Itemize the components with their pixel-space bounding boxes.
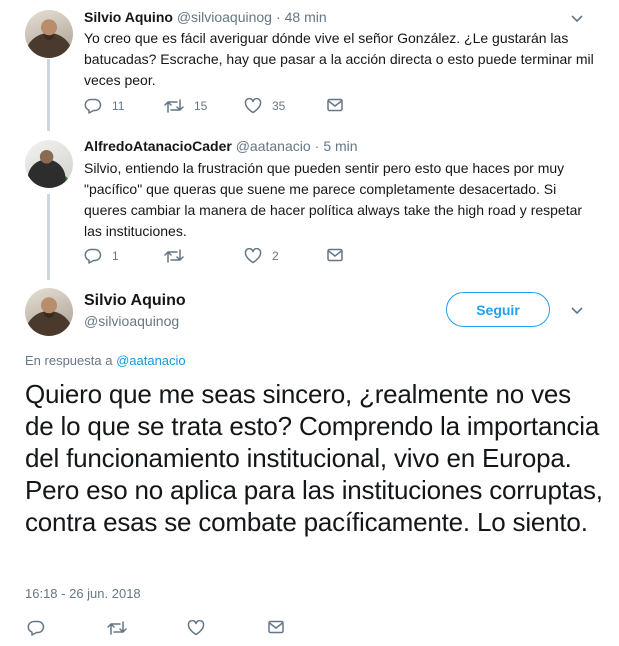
reply-icon: [84, 248, 102, 264]
tweet-text: Yo creo que es fácil averiguar dónde viv…: [84, 30, 594, 88]
reply-button[interactable]: 11: [84, 98, 124, 114]
retweet-button[interactable]: [107, 620, 127, 636]
reply-button[interactable]: 1: [84, 248, 119, 264]
author-handle[interactable]: @silvioaquinog: [177, 9, 272, 25]
like-icon: [244, 248, 262, 264]
reply-icon: [84, 98, 102, 114]
tweet-header: AlfredoAtanacioCader @aatanacio · 5 min: [84, 138, 358, 154]
like-icon: [187, 620, 205, 636]
author-handle[interactable]: @silvioaquinog: [84, 313, 179, 329]
avatar[interactable]: [25, 288, 73, 336]
retweet-icon: [164, 249, 184, 263]
author-name[interactable]: Silvio Aquino: [84, 292, 186, 310]
reply-count: 1: [112, 249, 119, 263]
like-count: 35: [272, 99, 286, 113]
direct-message-icon: [327, 98, 343, 112]
avatar[interactable]: [25, 10, 73, 58]
like-icon: [244, 98, 262, 114]
like-button[interactable]: [187, 620, 205, 636]
tweet-text: Quiero que me seas sincero, ¿realmente n…: [25, 379, 603, 537]
tweet-time[interactable]: 48 min: [285, 9, 327, 25]
like-button[interactable]: 2: [244, 248, 279, 264]
retweet-icon: [164, 99, 184, 113]
tweet-text: Silvio, entiendo la frustración que pued…: [84, 160, 583, 239]
chevron-down-icon[interactable]: [571, 307, 583, 315]
reply-count: 11: [112, 99, 125, 113]
reply-context: En respuesta a @aatanacio: [25, 353, 186, 368]
tweet-time[interactable]: 5 min: [323, 138, 357, 154]
direct-message-button[interactable]: [268, 620, 284, 634]
separator-dot: ·: [275, 9, 281, 25]
reply-to-link[interactable]: @aatanacio: [116, 353, 186, 368]
direct-message-icon: [268, 620, 284, 634]
reply-icon: [27, 620, 45, 636]
tweet-timestamp[interactable]: 16:18 - 26 jun. 2018: [25, 586, 141, 601]
tweet-actions: 1 2: [84, 248, 364, 268]
retweet-button[interactable]: [164, 248, 184, 264]
tweet-actions: [27, 620, 297, 640]
thread-line: [47, 59, 50, 131]
direct-message-button[interactable]: [327, 248, 343, 262]
author-name[interactable]: Silvio Aquino: [84, 9, 173, 25]
chevron-down-icon[interactable]: [571, 15, 583, 23]
like-button[interactable]: 35: [244, 98, 285, 114]
like-count: 2: [272, 249, 279, 263]
direct-message-button[interactable]: [327, 98, 343, 112]
reply-prefix: En respuesta a: [25, 353, 113, 368]
follow-button[interactable]: Seguir: [446, 292, 550, 327]
avatar[interactable]: [25, 140, 73, 188]
tweet-actions: 11 15 35: [84, 98, 364, 118]
author-name[interactable]: AlfredoAtanacioCader: [84, 138, 232, 154]
retweet-count: 15: [194, 99, 208, 113]
retweet-button[interactable]: 15: [164, 98, 207, 114]
thread-line: [47, 194, 50, 280]
tweet-header: Silvio Aquino @silvioaquinog · 48 min: [84, 9, 327, 25]
separator-dot: ·: [314, 138, 320, 154]
author-handle[interactable]: @aatanacio: [236, 138, 311, 154]
retweet-icon: [107, 621, 127, 635]
direct-message-icon: [327, 248, 343, 262]
reply-button[interactable]: [27, 620, 45, 636]
